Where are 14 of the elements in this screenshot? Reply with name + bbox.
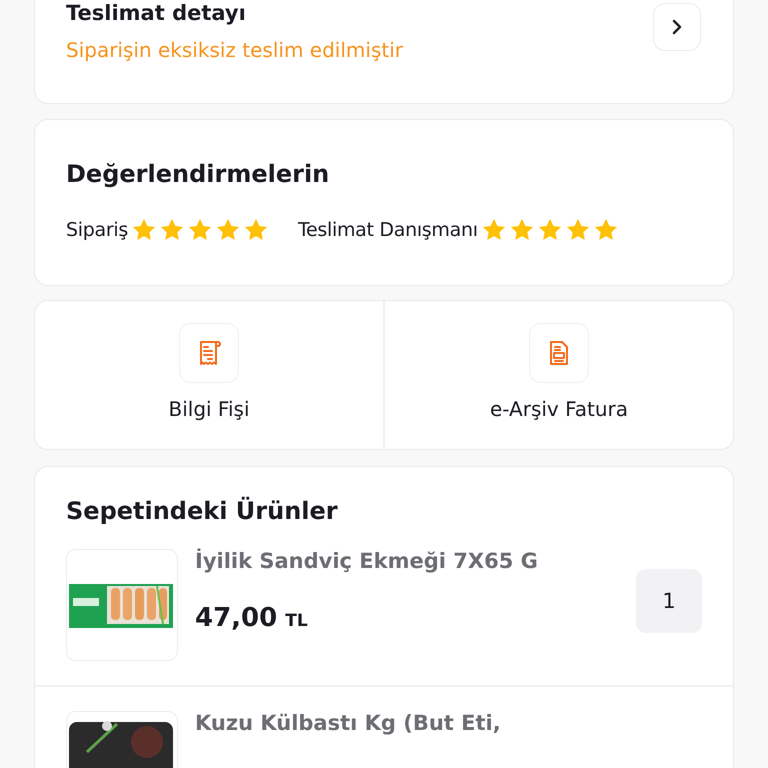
delivery-title: Teslimat detayı (66, 0, 247, 24)
quantity-box: 1 (636, 569, 702, 633)
rating-label: Teslimat Danışmanı (298, 219, 478, 241)
currency-label: TL (285, 611, 308, 631)
product-name: İyilik Sandviç Ekmeği 7X65 G (195, 549, 539, 573)
ratings-title: Değerlendirmelerin (66, 160, 330, 188)
product-price: 47,00 (195, 603, 278, 633)
rating-label: Sipariş (66, 219, 128, 241)
cart-title: Sepetindeki Ürünler (65, 496, 339, 525)
document-button[interactable]: e-Arşiv Fatura (383, 301, 733, 449)
delivery-status: Siparişin eksiksiz teslim edilmiştir (66, 38, 403, 62)
chevron-right-button[interactable] (653, 3, 701, 51)
document-button[interactable]: Bilgi Fişi (35, 301, 383, 449)
product-name: Kuzu Külbastı Kg (But Eti, (195, 711, 502, 735)
